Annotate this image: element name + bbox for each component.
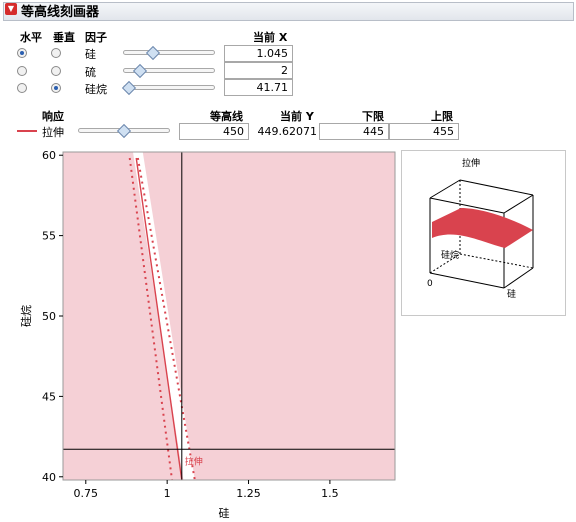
response-surface — [432, 208, 533, 248]
vertical-radio-硫[interactable] — [51, 66, 61, 76]
cube-edge — [459, 179, 534, 196]
header-current-x: 当前 X — [253, 31, 288, 44]
y-tick-label: 55 — [42, 230, 56, 243]
factor-name: 硫 — [85, 66, 96, 79]
surface-origin-label: 0 — [427, 279, 433, 289]
factor-slider-thumb[interactable] — [146, 45, 161, 61]
y-axis-label: 硅烷 — [19, 305, 33, 327]
factor-slider-thumb[interactable] — [121, 80, 136, 96]
disclosure-menu-icon[interactable]: ▼ — [5, 3, 17, 15]
horizontal-radio-硅[interactable] — [17, 48, 27, 58]
cube-edge — [503, 267, 534, 289]
contour-value-field[interactable]: 450 — [179, 123, 249, 140]
factor-slider-thumb[interactable] — [132, 63, 147, 79]
x-tick-label: 1.25 — [236, 487, 261, 500]
x-tick-label: 0.75 — [74, 487, 99, 500]
horizontal-radio-硫[interactable] — [17, 66, 27, 76]
response-name: 拉伸 — [42, 126, 64, 139]
x-tick-label: 1 — [164, 487, 171, 500]
response-line-swatch — [17, 130, 37, 132]
cube-edge-hidden — [459, 253, 534, 269]
upper-limit-field[interactable]: 455 — [389, 123, 459, 140]
factor-name: 硅 — [85, 48, 96, 61]
header-current-y: 当前 Y — [280, 110, 314, 123]
header-horizontal: 水平 — [20, 31, 42, 44]
panel-title: 等高线刻画器 — [21, 5, 100, 20]
surface-title: 拉伸 — [462, 157, 480, 169]
cube-edge — [429, 179, 461, 199]
header-response: 响应 — [42, 110, 64, 123]
header-upper: 上限 — [431, 110, 453, 123]
y-tick-label: 60 — [42, 149, 56, 162]
header-contour: 等高线 — [210, 110, 243, 123]
current-y-value: 449.62071 — [257, 125, 318, 138]
contour-slider-thumb[interactable] — [116, 123, 132, 139]
lower-limit-field[interactable]: 445 — [319, 123, 389, 140]
cube-edge — [503, 194, 534, 214]
header-factor: 因子 — [85, 31, 107, 44]
surface-x-label: 硅 — [507, 288, 516, 300]
contour-plot[interactable]: 拉伸 0.75 1 1.25 1.5 40 45 50 55 60 硅 硅烷 — [0, 140, 400, 522]
y-tick-label: 40 — [42, 471, 56, 484]
factor-slider-track[interactable] — [123, 85, 215, 90]
factor-value-field[interactable]: 41.71 — [224, 79, 293, 96]
vertical-radio-硅[interactable] — [51, 48, 61, 58]
header-vertical: 垂直 — [53, 31, 75, 44]
y-tick-label: 50 — [42, 310, 56, 323]
vertical-radio-硅烷[interactable] — [51, 83, 61, 93]
surface-plot[interactable]: 拉伸 硅烷 0 硅 — [401, 150, 566, 316]
horizontal-radio-硅烷[interactable] — [17, 83, 27, 93]
y-tick-label: 45 — [42, 390, 56, 403]
factor-slider-track[interactable] — [123, 50, 215, 55]
contour-label: 拉伸 — [185, 455, 203, 467]
factor-value-field[interactable]: 2 — [224, 62, 293, 79]
plot-shaded-region — [63, 152, 395, 480]
factor-name: 硅烷 — [85, 83, 107, 96]
x-axis-label: 硅 — [219, 507, 230, 520]
cube-edge — [429, 272, 505, 289]
header-lower: 下限 — [362, 110, 384, 123]
x-tick-label: 1.5 — [321, 487, 339, 500]
factor-value-field[interactable]: 1.045 — [224, 45, 293, 62]
surface-y-label: 硅烷 — [441, 249, 459, 261]
